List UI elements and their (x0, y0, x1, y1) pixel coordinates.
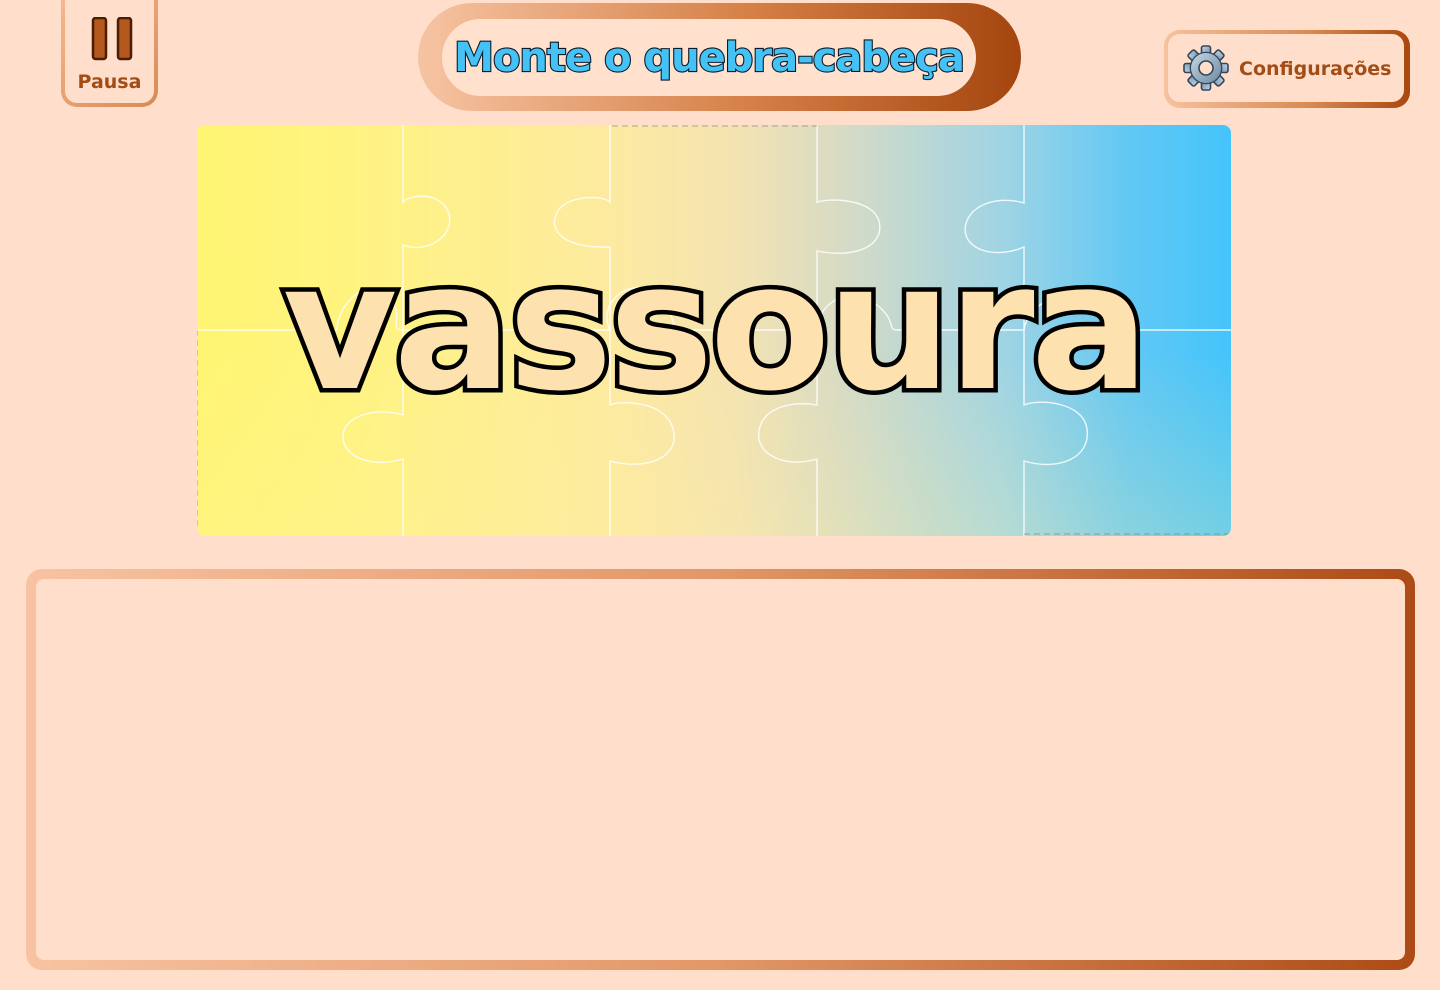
pieces-tray[interactable] (26, 569, 1415, 970)
pause-button-face: Pausa (65, 0, 154, 103)
pause-icon (91, 17, 133, 61)
settings-label: Configurações (1239, 58, 1392, 80)
pause-button[interactable]: Pausa (61, 0, 158, 107)
gear-icon (1183, 45, 1229, 91)
puzzle-board: vassoura (197, 125, 1231, 536)
game-screen: Pausa Monte o quebra-cabeça Configuraçõe… (0, 0, 1440, 990)
page-title: Monte o quebra-cabeça (453, 33, 966, 81)
puzzle-word: vassoura (278, 225, 1154, 430)
pieces-tray-area[interactable] (36, 579, 1405, 960)
pause-label: Pausa (77, 71, 142, 93)
settings-button-face: Configurações (1168, 34, 1404, 102)
title-banner: Monte o quebra-cabeça (418, 3, 1021, 111)
title-banner-inner: Monte o quebra-cabeça (442, 19, 976, 96)
settings-button[interactable]: Configurações (1164, 30, 1410, 108)
